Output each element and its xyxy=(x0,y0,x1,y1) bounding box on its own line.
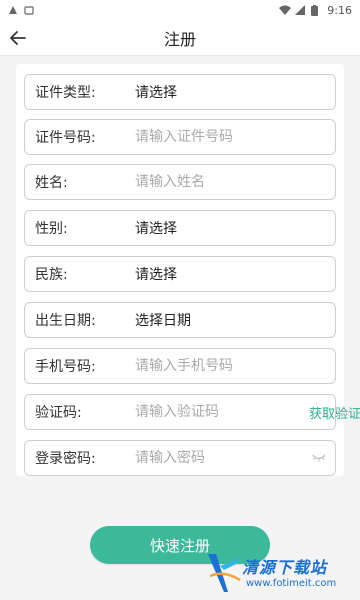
id-number-input[interactable] xyxy=(135,129,335,145)
watermark-url: www.fotimeit.com xyxy=(246,578,337,589)
watermark: 清源下载站 www.fotimeit.com xyxy=(206,550,336,598)
name-input[interactable] xyxy=(135,174,335,190)
signal-icon xyxy=(295,5,306,15)
status-bar: 9:16 xyxy=(0,0,360,20)
status-right: 9:16 xyxy=(279,4,352,17)
name-field[interactable]: 姓名: xyxy=(24,164,336,200)
field-label: 民族: xyxy=(35,267,68,283)
ethnicity-select[interactable]: 民族: 请选择 xyxy=(24,256,336,292)
field-label: 手机号码: xyxy=(35,359,96,375)
ethnicity-value: 请选择 xyxy=(135,267,177,283)
field-label: 姓名: xyxy=(35,175,68,191)
birth-date-value: 选择日期 xyxy=(135,313,191,329)
app-header: 注册 xyxy=(0,20,360,56)
phone-input[interactable] xyxy=(135,358,335,374)
gender-select[interactable]: 性别: 请选择 xyxy=(24,210,336,246)
arrow-left-icon xyxy=(10,31,26,45)
register-form: 证件类型: 请选择 证件号码: 姓名: 性别: 请选择 民族: 请选择 出生日期… xyxy=(16,64,360,476)
back-button[interactable] xyxy=(6,26,30,50)
field-label: 验证码: xyxy=(35,405,82,421)
id-type-select[interactable]: 证件类型: 请选择 xyxy=(24,74,336,110)
watermark-name: 清源下载站 xyxy=(242,558,328,577)
field-label: 证件类型: xyxy=(35,85,96,101)
verification-code-field[interactable]: 验证码: 获取验证码 xyxy=(24,394,360,430)
wifi-icon xyxy=(279,5,292,15)
bottom-area: 快速注册 清源下载站 www.fotimeit.com xyxy=(0,476,360,600)
alert-icon xyxy=(8,5,18,15)
field-label: 性别: xyxy=(35,221,68,237)
battery-icon xyxy=(311,5,321,16)
eye-closed-icon[interactable] xyxy=(309,446,329,470)
gender-value: 请选择 xyxy=(135,221,177,237)
field-label: 登录密码: xyxy=(35,451,96,467)
birth-date-select[interactable]: 出生日期: 选择日期 xyxy=(24,302,336,338)
id-type-value: 请选择 xyxy=(135,85,177,101)
verification-code-input[interactable] xyxy=(135,404,309,420)
android-icon xyxy=(24,5,34,15)
watermark-logo-icon xyxy=(208,554,241,592)
status-time: 9:16 xyxy=(327,3,352,17)
get-code-button[interactable]: 获取验证码 xyxy=(309,403,360,422)
id-number-field[interactable]: 证件号码: xyxy=(24,119,336,155)
status-left xyxy=(8,5,34,15)
page-title: 注册 xyxy=(163,29,196,49)
password-input[interactable] xyxy=(135,450,309,466)
field-label: 证件号码: xyxy=(35,130,96,146)
phone-field[interactable]: 手机号码: xyxy=(24,348,336,384)
password-field[interactable]: 登录密码: xyxy=(24,440,336,476)
field-label: 出生日期: xyxy=(35,313,96,329)
